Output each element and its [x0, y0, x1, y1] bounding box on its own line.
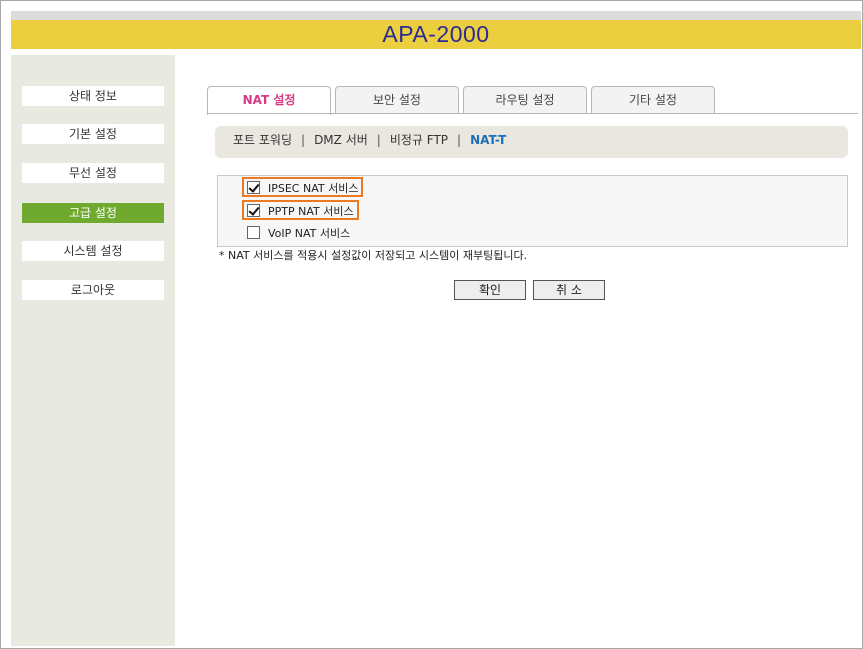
top-band [11, 11, 861, 20]
tab-other[interactable]: 기타 설정 [591, 86, 715, 114]
sidebar-item-basic[interactable]: 기본 설정 [22, 124, 164, 144]
subnav-separator: | [376, 133, 381, 147]
tab-security[interactable]: 보안 설정 [335, 86, 459, 114]
tab-routing[interactable]: 라우팅 설정 [463, 86, 587, 114]
sidebar-item-wireless[interactable]: 무선 설정 [22, 163, 164, 183]
ipsec-nat-checkbox[interactable] [247, 180, 260, 194]
subnav-separator: | [457, 133, 462, 147]
subnav-dmz-server[interactable]: DMZ 서버 [314, 133, 368, 147]
tab-nat[interactable]: NAT 설정 [207, 86, 331, 115]
subnav-irregular-ftp[interactable]: 비정규 FTP [390, 133, 448, 147]
sidebar-item-logout[interactable]: 로그아웃 [22, 280, 164, 300]
option-voip-nat: VoIP NAT 서비스 [244, 224, 350, 244]
subnav-nat-t[interactable]: NAT-T [470, 133, 506, 147]
pptp-nat-checkbox[interactable] [247, 203, 260, 217]
ipsec-nat-label: IPSEC NAT 서비스 [268, 182, 359, 195]
subnav-separator: | [301, 133, 306, 147]
reboot-notice: * NAT 서비스를 적용시 설정값이 저장되고 시스템이 재부팅됩니다. [219, 249, 528, 262]
confirm-button[interactable]: 확인 [454, 280, 526, 300]
app-title: APA-2000 [382, 21, 490, 47]
sidebar: 상태 정보 기본 설정 무선 설정 고급 설정 시스템 설정 로그아웃 [11, 55, 175, 646]
cancel-button[interactable]: 취 소 [533, 280, 605, 300]
voip-nat-label: VoIP NAT 서비스 [268, 227, 351, 240]
nat-options-panel: IPSEC NAT 서비스 PPTP NAT 서비스 VoIP NAT 서비스 [217, 175, 848, 247]
page-frame: APA-2000 상태 정보 기본 설정 무선 설정 고급 설정 시스템 설정 … [0, 0, 863, 649]
subnav-port-forwarding[interactable]: 포트 포워딩 [233, 133, 292, 147]
sidebar-item-advanced[interactable]: 고급 설정 [22, 203, 164, 223]
sidebar-item-status[interactable]: 상태 정보 [22, 86, 164, 106]
voip-nat-checkbox[interactable] [247, 225, 260, 239]
sidebar-item-system[interactable]: 시스템 설정 [22, 241, 164, 261]
option-pptp-nat: PPTP NAT 서비스 [242, 200, 359, 220]
header-bar: APA-2000 [11, 20, 861, 49]
option-ipsec-nat: IPSEC NAT 서비스 [242, 177, 364, 197]
sub-navigation: 포트 포워딩 | DMZ 서버 | 비정규 FTP | NAT-T [215, 126, 848, 158]
pptp-nat-label: PPTP NAT 서비스 [268, 205, 354, 218]
tab-underline [207, 113, 858, 114]
